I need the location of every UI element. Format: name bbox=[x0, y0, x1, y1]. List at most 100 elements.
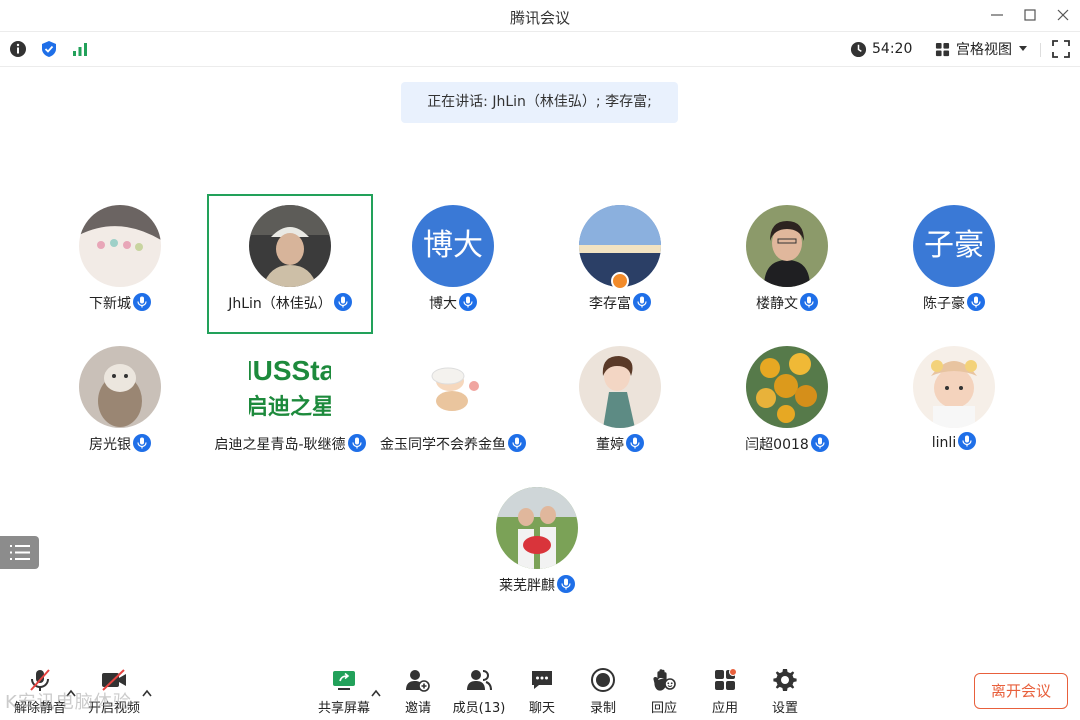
avatar: 子豪 bbox=[913, 205, 995, 287]
divider bbox=[1040, 43, 1041, 57]
avatar: IUSSta 启迪之星 bbox=[249, 346, 331, 428]
participant-name-line: 闫超0018 bbox=[704, 434, 870, 454]
participant-name-line: 莱芜胖麒 bbox=[454, 575, 620, 595]
mic-icon bbox=[508, 434, 526, 452]
participant-name: 闫超0018 bbox=[745, 437, 809, 453]
mic-icon bbox=[459, 293, 477, 311]
participant-tile[interactable]: 下新城 bbox=[37, 194, 203, 334]
gear-icon bbox=[773, 669, 797, 691]
logo-text: IUSSta bbox=[249, 355, 331, 386]
participant-name: linli bbox=[931, 435, 957, 451]
participant-name-line: 房光银 bbox=[37, 434, 203, 454]
avatar bbox=[746, 205, 828, 287]
participant-name-line: 李存富 bbox=[537, 293, 703, 313]
mic-icon bbox=[333, 293, 352, 311]
apps-button[interactable]: 应用 bbox=[697, 666, 753, 718]
share-screen-icon bbox=[333, 671, 355, 690]
fullscreen-button[interactable] bbox=[1052, 40, 1070, 62]
hand-icon bbox=[653, 669, 676, 691]
minimize-icon bbox=[991, 14, 1003, 16]
leave-meeting-button[interactable]: 离开会议 bbox=[974, 673, 1068, 709]
mic-icon bbox=[557, 575, 575, 593]
participant-name-line: 博大 bbox=[370, 293, 536, 313]
maximize-icon bbox=[1024, 9, 1036, 21]
record-icon bbox=[591, 668, 615, 692]
clock-icon bbox=[850, 41, 867, 57]
info-icon[interactable] bbox=[9, 40, 27, 58]
video-options-button[interactable] bbox=[142, 682, 152, 701]
participant-tile[interactable]: 楼静文 bbox=[704, 194, 870, 334]
close-icon bbox=[1057, 9, 1069, 21]
maximize-button[interactable] bbox=[1017, 4, 1043, 26]
participant-tile[interactable]: IUSSta 启迪之星启迪之星青岛-耿继德 bbox=[207, 335, 373, 475]
mic-icon bbox=[347, 434, 366, 452]
apps-icon bbox=[715, 668, 737, 690]
avatar bbox=[913, 346, 995, 428]
participant-name: 启迪之星青岛-耿继德 bbox=[214, 437, 346, 453]
members-button[interactable]: 成员(13) bbox=[451, 666, 507, 718]
settings-button[interactable]: 设置 bbox=[757, 666, 813, 718]
avatar bbox=[79, 346, 161, 428]
share-options-button[interactable] bbox=[371, 682, 381, 701]
chevron-up-icon bbox=[371, 689, 381, 697]
invite-label: 邀请 bbox=[404, 701, 431, 716]
participant-tile[interactable]: JhLin（林佳弘） bbox=[207, 194, 373, 334]
participant-tile[interactable]: 莱芜胖麒 bbox=[454, 476, 620, 616]
minimize-button[interactable] bbox=[984, 4, 1010, 26]
timer-text: 54:20 bbox=[872, 41, 913, 57]
mic-icon bbox=[626, 434, 644, 452]
chevron-up-icon bbox=[142, 689, 152, 697]
participant-tile[interactable]: 董婷 bbox=[537, 335, 703, 475]
mic-icon bbox=[800, 293, 818, 311]
participant-tile[interactable]: 子豪陈子豪 bbox=[871, 194, 1037, 334]
record-label: 录制 bbox=[589, 701, 616, 716]
mic-icon bbox=[958, 432, 977, 450]
mic-icon bbox=[133, 434, 151, 452]
watermark: K安讯电脑体验 bbox=[5, 692, 132, 713]
participant-name-line: 下新城 bbox=[37, 293, 203, 313]
mic-icon bbox=[633, 293, 651, 311]
react-button[interactable]: 回应 bbox=[636, 666, 692, 718]
side-panel-toggle[interactable] bbox=[0, 536, 39, 569]
participant-name: 金玉同学不会养金鱼 bbox=[380, 437, 506, 453]
mic-icon bbox=[810, 434, 829, 452]
fullscreen-icon bbox=[1052, 40, 1070, 58]
title-bar: 腾讯会议 bbox=[0, 0, 1080, 32]
invite-button[interactable]: 邀请 bbox=[390, 666, 446, 718]
participant-tile[interactable]: 金玉同学不会养金鱼 bbox=[370, 335, 536, 475]
chat-icon bbox=[532, 671, 552, 689]
avatar bbox=[412, 346, 494, 428]
avatar bbox=[579, 346, 661, 428]
avatar bbox=[249, 205, 331, 287]
participant-tile[interactable]: 李存富 bbox=[537, 194, 703, 334]
shield-icon[interactable] bbox=[40, 40, 58, 58]
add-user-icon bbox=[406, 670, 430, 692]
participant-tile[interactable]: 闫超0018 bbox=[704, 335, 870, 475]
share-screen-button[interactable]: 共享屏幕 bbox=[316, 666, 372, 718]
participant-name: 陈子豪 bbox=[923, 296, 965, 312]
participant-name: 房光银 bbox=[89, 437, 131, 453]
avatar bbox=[746, 346, 828, 428]
participant-name-line: 启迪之星青岛-耿继德 bbox=[207, 434, 373, 454]
speaking-indicator: 正在讲话: JhLin（林佳弘）; 李存富; bbox=[401, 82, 678, 123]
participant-name: 莱芜胖麒 bbox=[499, 578, 555, 594]
chat-button[interactable]: 聊天 bbox=[514, 666, 570, 718]
settings-label: 设置 bbox=[771, 701, 798, 716]
participant-tile[interactable]: linli bbox=[871, 335, 1037, 475]
meeting-info-bar: 54:20 宫格视图 bbox=[0, 32, 1080, 67]
participant-tile[interactable]: 博大 博大 bbox=[370, 194, 536, 334]
share-screen-label: 共享屏幕 bbox=[317, 701, 370, 716]
participant-name: 下新城 bbox=[89, 296, 131, 312]
view-mode-label: 宫格视图 bbox=[956, 42, 1012, 58]
record-button[interactable]: 录制 bbox=[575, 666, 631, 718]
participant-name: 李存富 bbox=[589, 296, 631, 312]
signal-icon[interactable] bbox=[71, 40, 89, 58]
avatar bbox=[79, 205, 161, 287]
participant-tile[interactable]: 房光银 bbox=[37, 335, 203, 475]
list-icon bbox=[10, 545, 30, 560]
participant-name: 董婷 bbox=[596, 437, 624, 453]
host-badge-icon bbox=[611, 272, 629, 290]
participant-name-line: 金玉同学不会养金鱼 bbox=[370, 434, 536, 454]
close-button[interactable] bbox=[1050, 4, 1076, 26]
view-mode-select[interactable]: 宫格视图 bbox=[935, 40, 1034, 58]
